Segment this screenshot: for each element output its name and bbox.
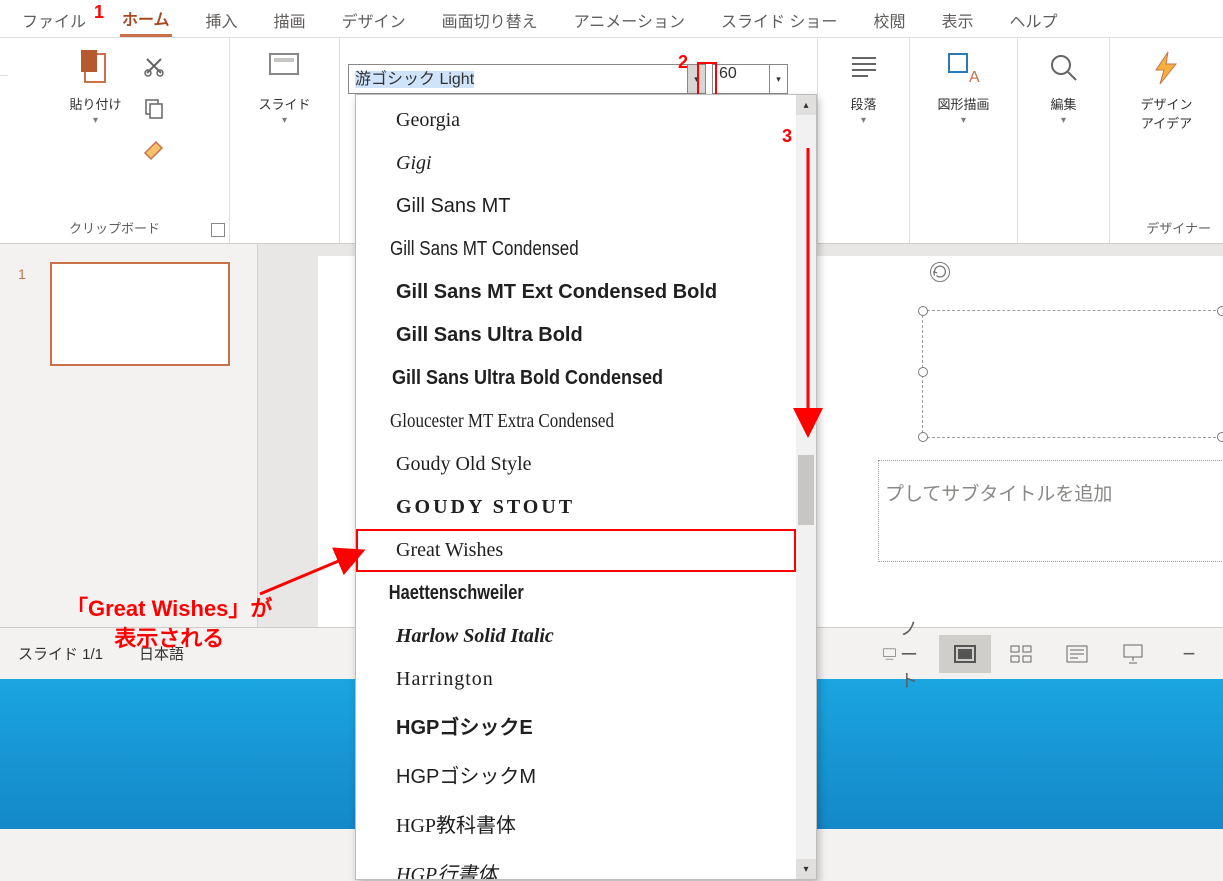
font-item-haettenschweiler[interactable]: Haettenschweiler [356, 572, 717, 615]
clipboard-icon [75, 48, 115, 88]
paste-label: 貼り付け [69, 94, 121, 113]
subtitle-placeholder-text: プしてサブタイトルを追加 [879, 461, 1223, 506]
group-label-clipboard: クリップボード [8, 214, 221, 243]
tab-home[interactable]: ホーム [120, 0, 172, 37]
resize-handle[interactable] [1217, 306, 1223, 316]
font-item-gill-sans-mt-ext-condensed-bold[interactable]: Gill Sans MT Ext Condensed Bold [356, 271, 796, 314]
font-item-harlow-solid-italic[interactable]: Harlow Solid Italic [356, 615, 796, 658]
font-item-gloucester-mt-extra-condensed[interactable]: Gloucester MT Extra Condensed [356, 400, 730, 443]
copy-button[interactable] [140, 94, 168, 122]
caret-icon: ▾ [282, 115, 287, 126]
notes-label: ノート [900, 615, 935, 693]
tab-file[interactable]: ファイル [20, 2, 88, 36]
font-item-hgp-gyosho[interactable]: HGP行書体 [356, 848, 796, 880]
caret-icon: ▾ [961, 115, 966, 126]
group-clipboard: 貼り付け ▾ クリップボード [0, 38, 230, 243]
format-painter-button[interactable] [140, 136, 168, 164]
font-item-harrington[interactable]: Harrington [356, 658, 796, 701]
caret-icon: ▾ [861, 115, 866, 126]
resize-handle[interactable] [918, 367, 928, 377]
status-language[interactable]: 日本語 [139, 643, 184, 664]
zoom-out-button[interactable]: − [1163, 635, 1215, 673]
group-drawing: A 図形描画 ▾ [910, 38, 1018, 243]
font-item-goudy-stout[interactable]: GOUDY STOUT [356, 486, 796, 529]
tab-slideshow[interactable]: スライド ショー [719, 2, 839, 36]
font-item-great-wishes[interactable]: Great Wishes [356, 529, 796, 572]
search-icon [1044, 48, 1084, 88]
slide-icon [264, 48, 304, 88]
tab-review[interactable]: 校閲 [871, 2, 907, 36]
slideshow-view-button[interactable] [1107, 635, 1159, 673]
scroll-up-button[interactable]: ▴ [796, 95, 816, 115]
group-designer: デザイン アイデア デザイナー [1110, 38, 1223, 243]
font-item-hgp-gothic-e[interactable]: HGPゴシックE [356, 701, 796, 750]
caret-icon: ▾ [93, 115, 98, 126]
reading-view-button[interactable] [1051, 635, 1103, 673]
notes-button[interactable]: ノート [883, 635, 935, 673]
font-item-gill-sans-mt[interactable]: Gill Sans MT [356, 185, 796, 228]
paste-button[interactable]: 貼り付け ▾ [63, 46, 127, 128]
clipboard-launcher[interactable] [211, 223, 225, 237]
font-item-gigi[interactable]: Gigi [356, 142, 796, 185]
drawing-button[interactable]: A 図形描画 ▾ [931, 46, 995, 128]
group-slides: スライド ▾ [230, 38, 340, 243]
tab-draw[interactable]: 描画 [272, 2, 308, 36]
scroll-down-button[interactable]: ▾ [796, 859, 816, 879]
group-label-designer: デザイナー [1118, 214, 1215, 243]
subtitle-placeholder[interactable]: プしてサブタイトルを追加 [878, 460, 1223, 562]
cut-button[interactable] [140, 52, 168, 80]
slide-thumbnail-1[interactable] [50, 262, 230, 366]
drawing-label: 図形描画 [937, 94, 989, 113]
menu-bar: ファイル ホーム 挿入 描画 デザイン 画面切り替え アニメーション スライド … [0, 0, 1223, 38]
font-size-input[interactable]: 60 [712, 64, 770, 94]
font-size-value: 60 [719, 65, 737, 82]
tab-view[interactable]: 表示 [939, 2, 975, 36]
design-ideas-label: デザイン アイデア [1140, 94, 1192, 132]
font-size-dropdown-button[interactable]: ▾ [770, 64, 788, 94]
scroll-thumb[interactable] [798, 455, 814, 525]
shapes-icon: A [943, 48, 983, 88]
font-dropdown-scrollbar[interactable]: ▴ ▾ [796, 95, 816, 879]
font-name-dropdown-button[interactable]: ▾ [688, 64, 706, 94]
paragraph-label: 段落 [850, 94, 876, 113]
slides-label: スライド [258, 94, 310, 113]
caret-icon: ▾ [1061, 115, 1066, 126]
tab-animations[interactable]: アニメーション [572, 2, 687, 36]
title-placeholder[interactable] [922, 310, 1223, 438]
resize-handle[interactable] [1217, 432, 1223, 442]
paragraph-button[interactable]: 段落 ▾ [838, 46, 890, 128]
editing-button[interactable]: 編集 ▾ [1038, 46, 1090, 128]
group-label-slides [238, 233, 331, 243]
paragraph-icon [844, 48, 884, 88]
editing-label: 編集 [1050, 94, 1076, 113]
font-item-gill-sans-ultra-bold[interactable]: Gill Sans Ultra Bold [356, 314, 796, 357]
rotate-handle-icon[interactable] [930, 262, 950, 282]
design-ideas-button[interactable]: デザイン アイデア [1134, 46, 1198, 134]
tab-insert[interactable]: 挿入 [204, 2, 240, 36]
group-paragraph: 段落 ▾ [818, 38, 910, 243]
slide-sorter-view-button[interactable] [995, 635, 1047, 673]
font-item-goudy-old-style[interactable]: Goudy Old Style [356, 443, 796, 486]
group-editing: 編集 ▾ [1018, 38, 1110, 243]
font-item-georgia[interactable]: Georgia [356, 99, 796, 142]
font-item-hgp-gothic-m[interactable]: HGPゴシックM [356, 750, 796, 799]
lightning-icon [1146, 48, 1186, 88]
svg-text:A: A [969, 69, 980, 86]
tab-transitions[interactable]: 画面切り替え [440, 2, 540, 36]
font-item-gill-sans-mt-condensed[interactable]: Gill Sans MT Condensed [356, 228, 730, 271]
resize-handle[interactable] [918, 432, 928, 442]
font-name-input[interactable]: 游ゴシック Light [348, 64, 688, 94]
font-item-gill-sans-ultra-bold-condensed[interactable]: Gill Sans Ultra Bold Condensed [356, 357, 752, 400]
thumbnail-number: 1 [18, 266, 26, 282]
slides-button[interactable]: スライド ▾ [252, 46, 316, 128]
resize-handle[interactable] [918, 306, 928, 316]
font-name-value: 游ゴシック Light [355, 71, 474, 88]
tab-design[interactable]: デザイン [340, 2, 408, 36]
status-slide-number: スライド 1/1 [18, 643, 103, 664]
font-dropdown-list: Georgia Gigi Gill Sans MT Gill Sans MT C… [355, 94, 817, 880]
normal-view-button[interactable] [939, 635, 991, 673]
font-item-hgp-kyokasho[interactable]: HGP教科書体 [356, 799, 796, 848]
tab-help[interactable]: ヘルプ [1007, 2, 1059, 36]
